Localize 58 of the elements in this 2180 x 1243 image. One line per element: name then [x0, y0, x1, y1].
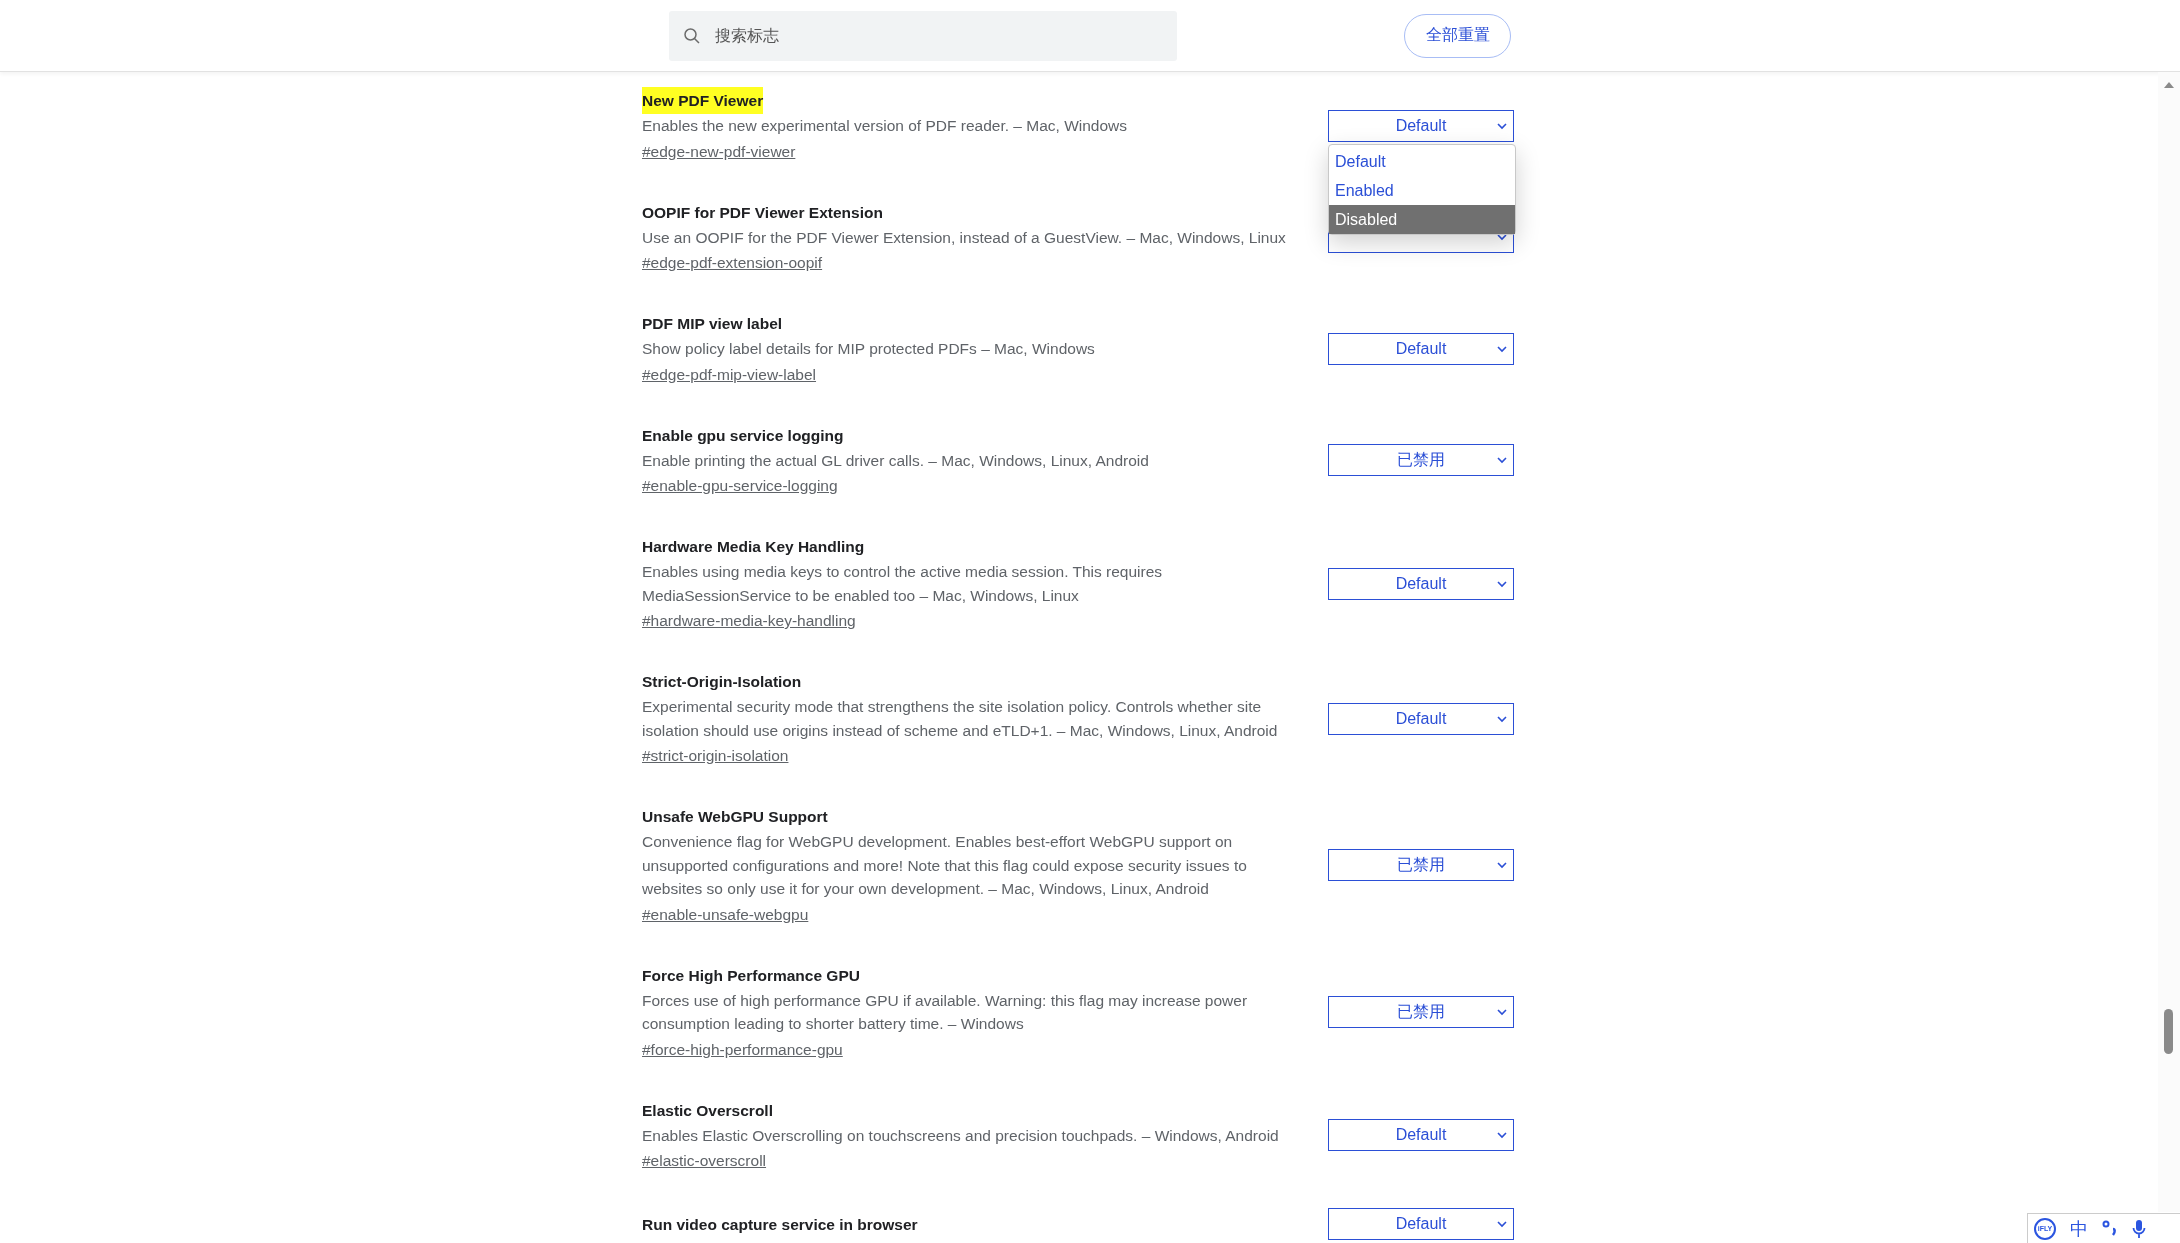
input-mode-toggle[interactable]: 中 [2070, 1216, 2088, 1241]
flag-link[interactable]: #enable-unsafe-webgpu [642, 900, 809, 928]
punctuation-icon[interactable] [2102, 1219, 2118, 1238]
flag-description: Enables Elastic Overscrolling on touchscreens and precision touchpads. – Windows, Android [642, 1125, 1280, 1146]
flag-description: Enables using media keys to control the active media session. This requires MediaSessionService to be enabled too – Mac, Windows, Linux [642, 562, 1164, 606]
scrollbar[interactable] [2158, 72, 2180, 1212]
flag-title: Unsafe WebGPU Support [642, 807, 828, 827]
flag-select[interactable]: Default [1328, 702, 1514, 735]
flag-title: Strict-Origin-Isolation [642, 672, 802, 692]
dropdown-option[interactable]: Disabled [1329, 204, 1515, 234]
flag-link[interactable]: #strict-origin-isolation [642, 742, 789, 769]
caret-icon [1497, 234, 1507, 242]
flag-description: Show policy label details for MIP protected PDFs – Mac, Windows [642, 339, 1096, 359]
flag-link[interactable]: #enable-gpu-service-logging [642, 472, 838, 499]
flag-description: Convenience flag for WebGPU development. Enables best-effort WebGPU support on unsupported configurations and more! Note that this flag could expose security issues to websites so only use it for your own development. – Mac, Windows, Linux, Android [642, 832, 1248, 899]
flag-title: Elastic Overscroll [642, 1100, 773, 1121]
caret-icon [1497, 345, 1507, 353]
flag-link[interactable]: #elastic-overscroll [642, 1147, 767, 1174]
flag-description: Use an OOPIF for the PDF Viewer Extension, instead of a GuestView. – Mac, Windows, Linux [642, 227, 1287, 248]
flag-description: Experimental security mode that strengthens the site isolation policy. Controls whether site isolation should use origins instead of scheme and eTLD+1. – Mac, Windows, Linux, Android [642, 697, 1279, 741]
caret-icon [1497, 1009, 1507, 1016]
flag-title: Force High Performance GPU [642, 965, 860, 986]
scroll-up-icon[interactable] [2163, 81, 2175, 89]
dropdown-option[interactable]: Default [1329, 146, 1515, 176]
caret-icon [1497, 862, 1507, 870]
reset-all-button[interactable]: 全部重置 [1404, 13, 1511, 58]
flag-select[interactable]: 已禁用 [1328, 444, 1514, 477]
flag-title: Hardware Media Key Handling [642, 537, 865, 557]
flag-title: PDF MIP view label [642, 314, 783, 334]
flag-link[interactable]: #edge-new-pdf-viewer [642, 137, 796, 165]
flag-select[interactable]: 已禁用 [1328, 996, 1514, 1028]
flag-description: Enable printing the actual GL driver calls. – Mac, Windows, Linux, Android [642, 450, 1150, 471]
flag-select[interactable]: Default [1328, 332, 1514, 365]
flag-description: Enables the new experimental version of PDF reader. – Mac, Windows [642, 116, 1129, 136]
flag-link[interactable]: #hardware-media-key-handling [642, 607, 856, 634]
caret-icon [1497, 580, 1507, 588]
flag-link[interactable]: #edge-pdf-mip-view-label [642, 360, 817, 388]
flag-link[interactable]: #edge-pdf-extension-oopif [642, 249, 823, 276]
caret-icon [1497, 1132, 1507, 1140]
caret-icon [1497, 715, 1507, 723]
flag-link[interactable]: #force-high-performance-gpu [642, 1035, 843, 1063]
flag-select[interactable]: 已禁用 [1328, 849, 1514, 882]
flag-select[interactable]: Default [1328, 1208, 1514, 1240]
flag-title: Run video capture service in browser [642, 1214, 918, 1235]
scrollbar-thumb[interactable] [2164, 1009, 2173, 1054]
microphone-icon[interactable] [2132, 1218, 2146, 1239]
caret-icon [1497, 457, 1507, 465]
flag-select[interactable]: Default [1328, 109, 1514, 142]
flag-select[interactable]: Default [1328, 567, 1514, 600]
flag-title: New PDF Viewer [642, 87, 764, 114]
caret-icon [1497, 1221, 1507, 1228]
flag-title: Enable gpu service logging [642, 425, 844, 446]
search-field[interactable]: 搜索标志 [669, 10, 1177, 61]
flag-select[interactable]: Default [1328, 1119, 1514, 1152]
flag-title: OOPIF for PDF Viewer Extension [642, 202, 883, 223]
flag-description: Forces use of high performance GPU if available. Warning: this flag may increase power consumption leading to shorter battery time. – Windows [642, 990, 1249, 1034]
dropdown-option[interactable]: Enabled [1329, 175, 1515, 205]
caret-icon [1497, 122, 1507, 130]
